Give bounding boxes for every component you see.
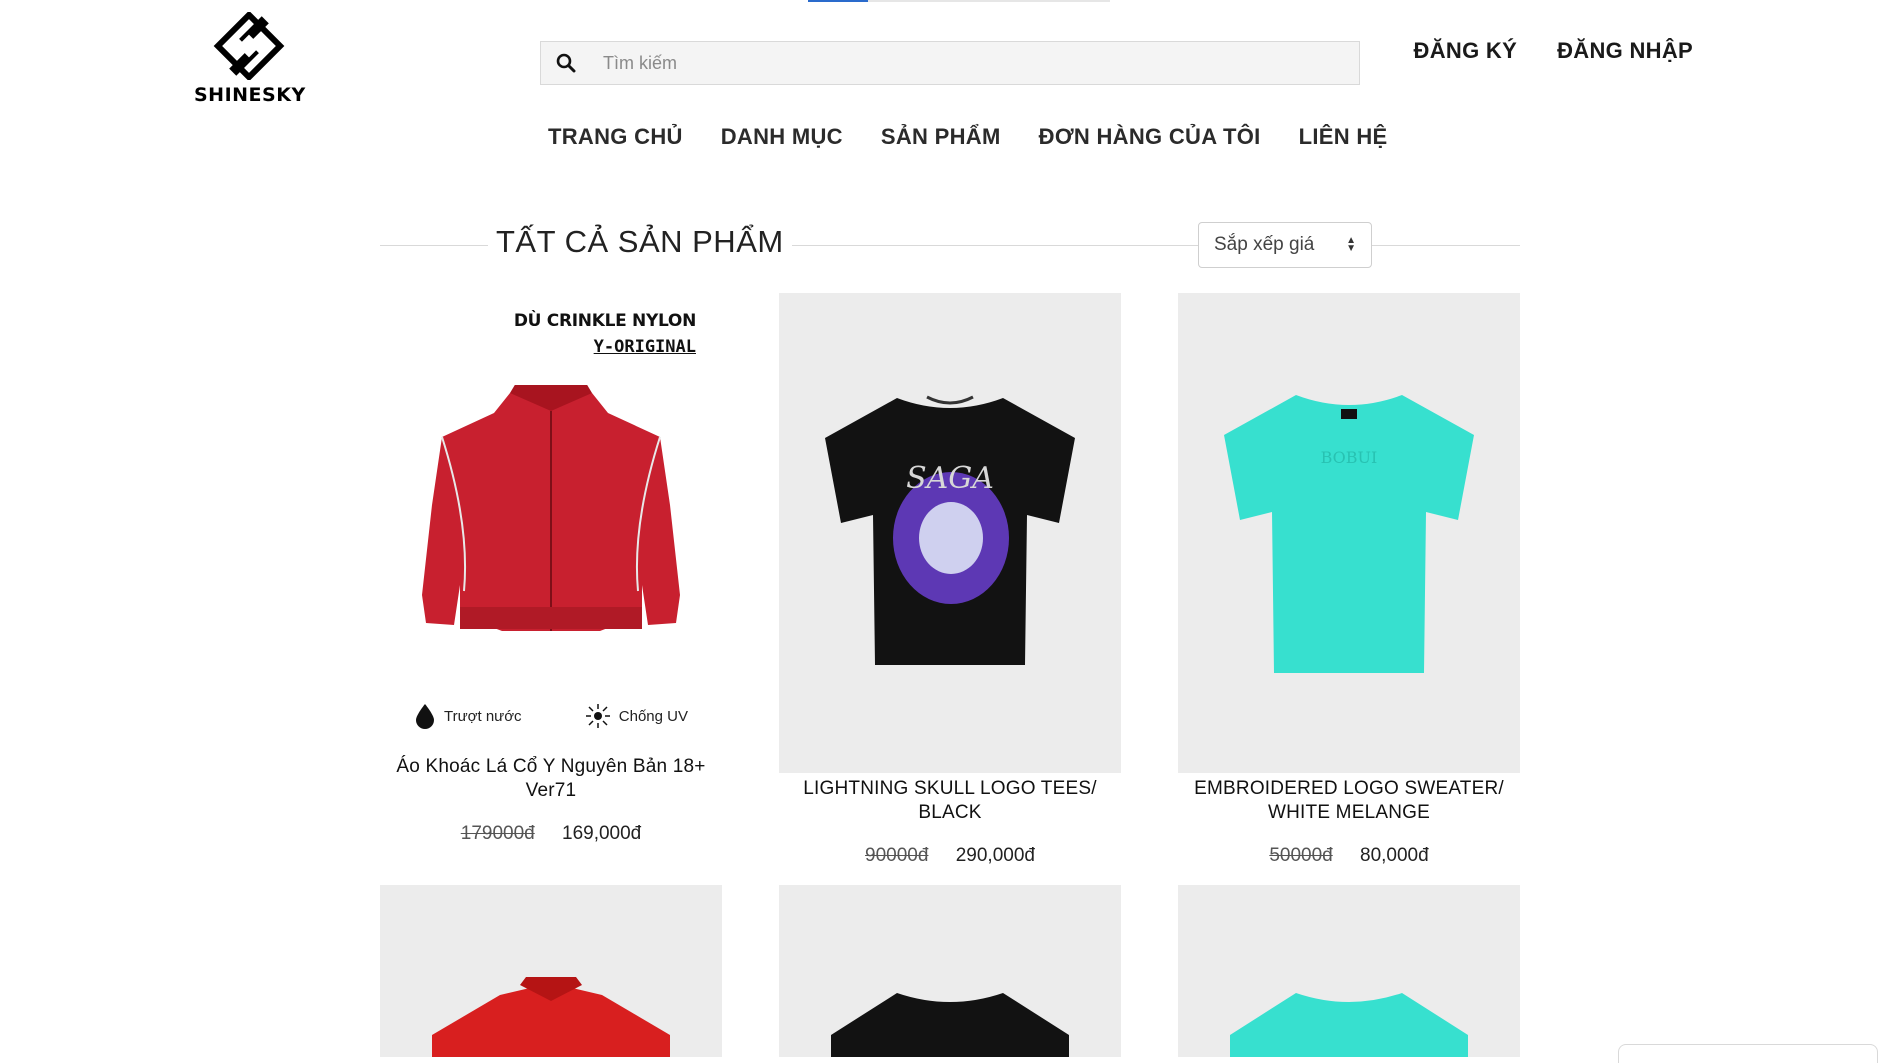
product-grid: DÙ CRINKLE NYLON Y-ORIGINAL Trượt nước C… (380, 293, 1520, 867)
old-price: 179000đ (460, 823, 535, 844)
water-drop-icon (416, 704, 434, 729)
current-price: 80,000đ (1360, 845, 1429, 866)
feature-uv: Chống UV (585, 703, 688, 729)
register-link[interactable]: ĐĂNG KÝ (1414, 38, 1518, 64)
tshirt-illustration: SAGA (825, 395, 1075, 665)
feature-water-resistant: Trượt nước (414, 703, 522, 729)
product-image[interactable] (380, 885, 722, 1057)
tshirt-illustration: BOBUI (1224, 395, 1474, 673)
sort-price-select[interactable]: Sắp xếp giá ▲ ▼ (1198, 222, 1372, 268)
product-image[interactable] (779, 885, 1121, 1057)
sun-icon (585, 704, 610, 728)
product-card[interactable]: DÙ CRINKLE NYLON Y-ORIGINAL Trượt nước C… (380, 293, 722, 867)
nav-home[interactable]: TRANG CHỦ (548, 124, 683, 150)
current-price: 290,000đ (955, 845, 1035, 866)
nav-categories[interactable]: DANH MỤC (721, 124, 843, 150)
old-price: 90000đ (865, 845, 929, 866)
auth-links: ĐĂNG KÝ ĐĂNG NHẬP (1414, 38, 1694, 64)
image-subcaption: Y-ORIGINAL (593, 337, 696, 357)
current-price: 169,000đ (562, 823, 642, 844)
product-price: 50000đ 80,000đ (1178, 845, 1520, 867)
product-card[interactable]: SAGA LIGHTNING SKULL LOGO TEES/ BLACK 90… (779, 293, 1121, 867)
product-image[interactable]: SAGA (779, 293, 1121, 773)
product-name[interactable]: EMBROIDERED LOGO SWEATER/ WHITE MELANGE (1178, 777, 1520, 825)
nav-my-orders[interactable]: ĐƠN HÀNG CỦA TÔI (1039, 124, 1261, 150)
sort-label: Sắp xếp giá (1214, 234, 1315, 255)
login-link[interactable]: ĐĂNG NHẬP (1557, 38, 1693, 64)
old-price: 50000đ (1269, 845, 1333, 866)
jacket-illustration (422, 385, 680, 631)
svg-text:BOBUI: BOBUI (1321, 448, 1378, 467)
product-card[interactable]: BOBUI EMBROIDERED LOGO SWEATER/ WHITE ME… (1178, 293, 1520, 867)
product-price: 90000đ 290,000đ (779, 845, 1121, 867)
search-input[interactable] (591, 52, 1359, 74)
section-header: TẤT CẢ SẢN PHẨM Sắp xếp giá ▲ ▼ (380, 220, 1520, 270)
tshirt-illustration (831, 993, 1069, 1057)
shirt-illustration (432, 977, 670, 1057)
product-grid-row-2 (380, 885, 1520, 1057)
product-image[interactable]: DÙ CRINKLE NYLON Y-ORIGINAL Trượt nước C… (380, 293, 722, 755)
search-icon[interactable] (541, 53, 591, 73)
select-arrows-icon: ▲ ▼ (1346, 235, 1356, 254)
product-image[interactable] (1178, 885, 1520, 1057)
page-loading-bar (808, 0, 1110, 2)
main-nav: TRANG CHỦ DANH MỤC SẢN PHẨM ĐƠN HÀNG CỦA… (548, 124, 1387, 150)
svg-text:SAGA: SAGA (906, 461, 994, 496)
search-bar (540, 41, 1360, 85)
feature-list: Trượt nước Chống UV (410, 703, 692, 729)
nav-products[interactable]: SẢN PHẨM (881, 124, 1001, 150)
product-name[interactable]: Áo Khoác Lá Cổ Y Nguyên Bản 18+ Ver71 (380, 755, 722, 803)
chat-widget[interactable] (1618, 1044, 1878, 1063)
product-image[interactable]: BOBUI (1178, 293, 1520, 773)
product-name[interactable]: LIGHTNING SKULL LOGO TEES/ BLACK (779, 777, 1121, 825)
logo-mark-icon (213, 12, 285, 80)
brand-logo[interactable]: SHINESKY (194, 12, 306, 106)
image-caption: DÙ CRINKLE NYLON (513, 311, 696, 331)
tshirt-illustration (1230, 993, 1468, 1057)
nav-contact[interactable]: LIÊN HỆ (1299, 124, 1388, 150)
product-price: 179000đ 169,000đ (380, 823, 722, 845)
section-title: TẤT CẢ SẢN PHẨM (488, 224, 792, 260)
brand-name: SHINESKY (194, 84, 306, 106)
